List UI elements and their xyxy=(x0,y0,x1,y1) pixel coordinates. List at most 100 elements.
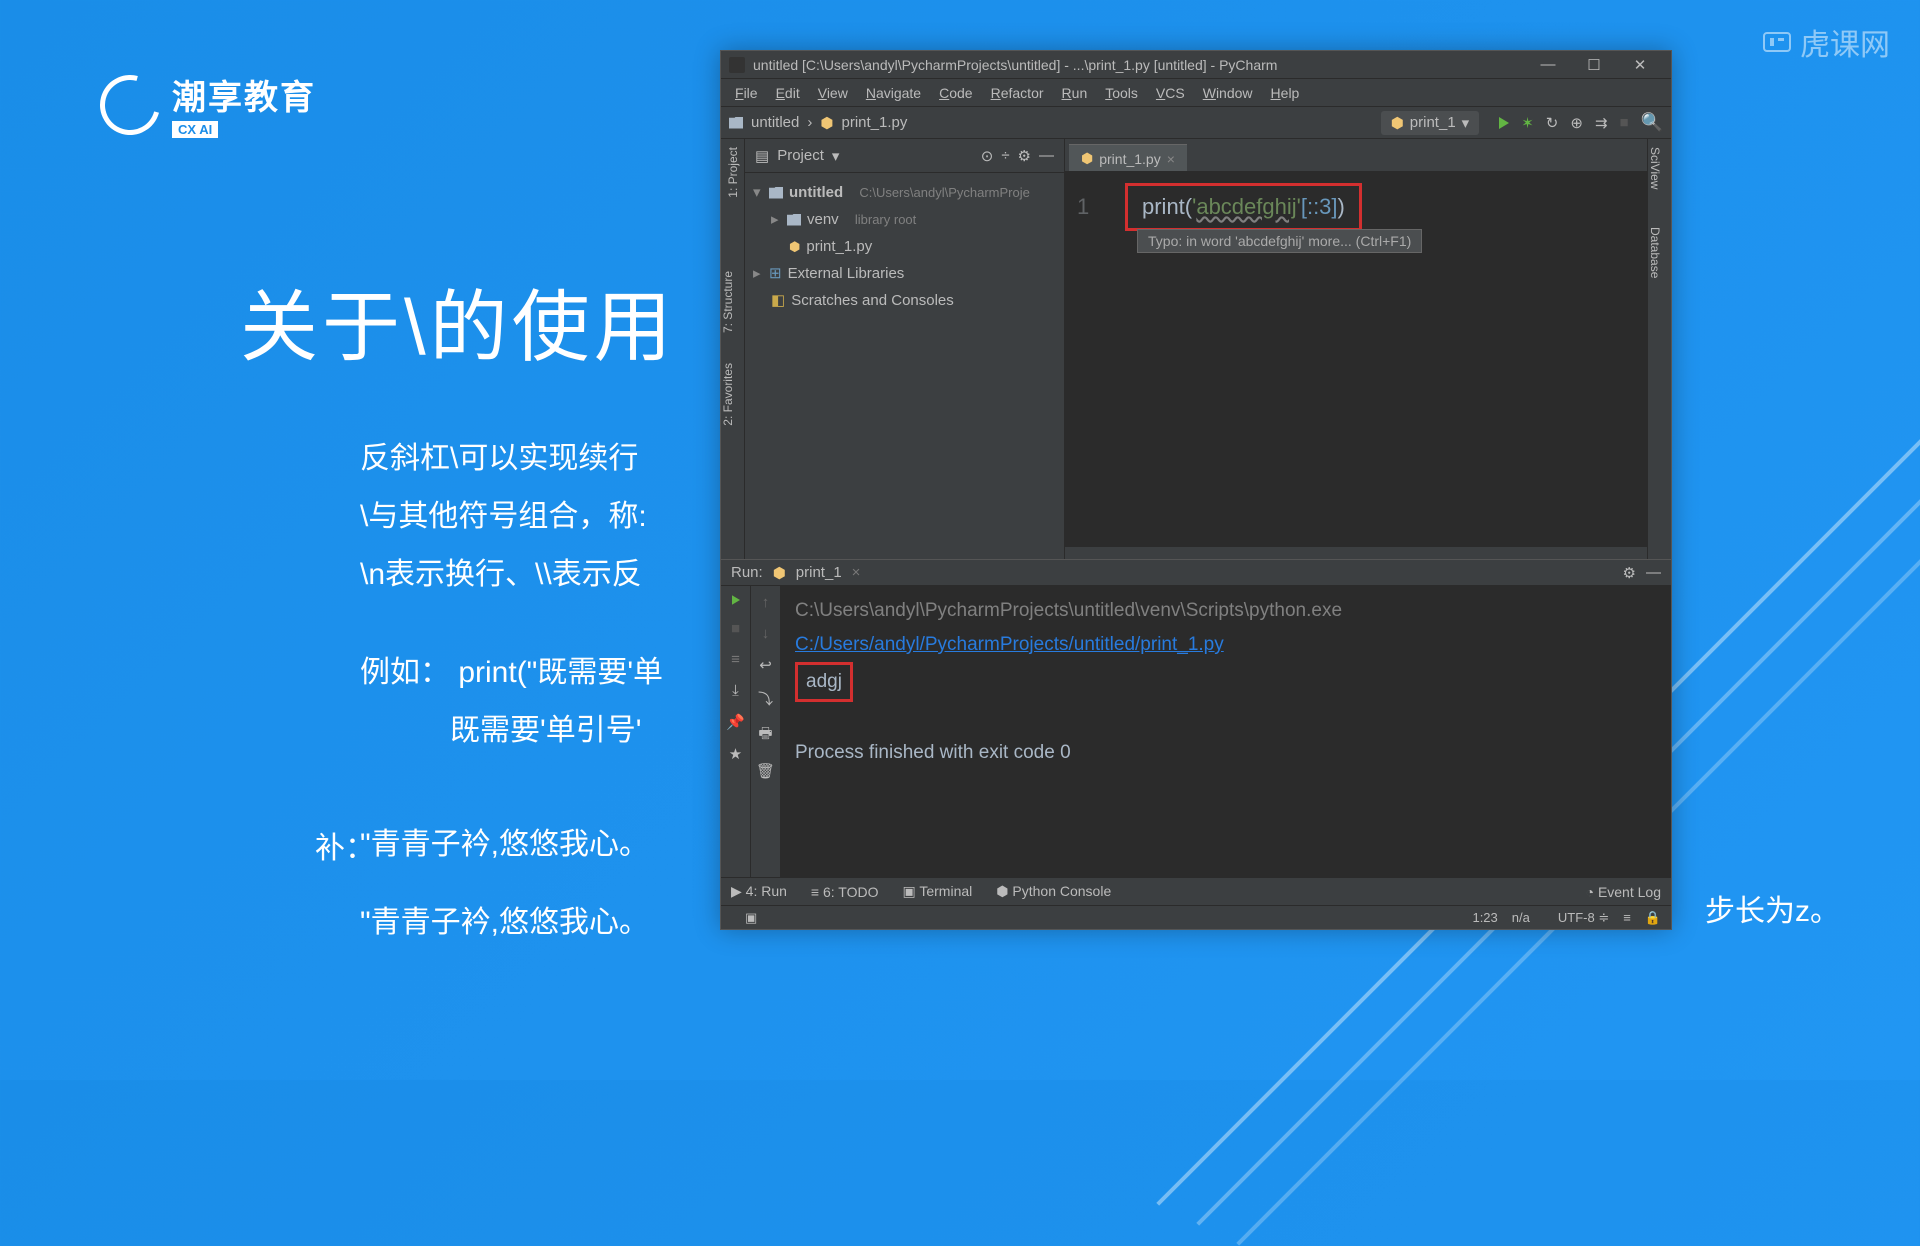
search-button[interactable]: 🔍 xyxy=(1641,112,1663,133)
wrap-icon[interactable]: ↩ xyxy=(759,656,772,674)
tree-root[interactable]: untitled xyxy=(789,180,843,205)
logo-ring-icon xyxy=(89,64,171,146)
breadcrumb-item[interactable]: print_1.py xyxy=(841,114,907,131)
tab-structure[interactable]: 7: Structure xyxy=(721,271,735,333)
tab-project[interactable]: 1: Project xyxy=(726,147,740,198)
menu-window[interactable]: Window xyxy=(1195,83,1261,103)
scroll-icon[interactable]: ⤵ xyxy=(758,688,773,709)
output-link[interactable]: C:/Users/andyl/PycharmProjects/untitled/… xyxy=(795,634,1224,655)
project-label[interactable]: Project xyxy=(777,147,824,164)
menu-navigate[interactable]: Navigate xyxy=(858,83,929,103)
tree-item[interactable]: Scratches and Consoles xyxy=(791,288,954,313)
run-tool-window: Run: ⬢ print_1 × ⚙ — ■ ≡ ⤓ 📌 ★ ↑ ↓ ↩ ⤵ 🖶 xyxy=(721,559,1671,877)
close-icon[interactable]: × xyxy=(852,564,861,581)
inspection-hint[interactable]: Typo: in word 'abcdefghij' more... (Ctrl… xyxy=(1137,229,1422,253)
run-button[interactable] xyxy=(1499,117,1509,129)
menu-edit[interactable]: Edit xyxy=(768,83,808,103)
chevron-right-icon[interactable]: ▸ xyxy=(771,207,781,232)
line-number: 1 xyxy=(1077,194,1105,220)
encoding[interactable]: UTF-8 ≑ xyxy=(1544,910,1609,926)
lock-icon[interactable]: 🔒 xyxy=(1645,910,1661,926)
folder-icon xyxy=(769,187,783,199)
debug-button[interactable]: ✶ xyxy=(1521,114,1534,132)
tab-todo[interactable]: ≡ 6: TODO xyxy=(811,884,879,900)
down-icon[interactable]: ↓ xyxy=(762,625,770,642)
maximize-button[interactable]: ☐ xyxy=(1571,56,1617,74)
minimize-button[interactable]: — xyxy=(1525,56,1571,73)
coverage-button[interactable]: ↻ xyxy=(1546,114,1559,132)
status-icon[interactable]: ▣ xyxy=(745,910,757,926)
close-button[interactable]: ✕ xyxy=(1617,56,1663,74)
tab-run[interactable]: ▶ 4: Run xyxy=(731,883,787,900)
watermark: 虎课网 xyxy=(1762,20,1890,64)
titlebar[interactable]: untitled [C:\Users\andyl\PycharmProjects… xyxy=(721,51,1671,79)
chevron-down-icon[interactable]: ▾ xyxy=(832,147,840,165)
menu-file[interactable]: File xyxy=(727,83,766,103)
menu-help[interactable]: Help xyxy=(1263,83,1308,103)
close-icon[interactable]: × xyxy=(1167,151,1175,167)
tree-item[interactable]: print_1.py xyxy=(806,234,872,259)
trash-icon[interactable]: 🗑 xyxy=(756,762,775,780)
breadcrumb[interactable]: untitled › ⬢ print_1.py xyxy=(729,114,907,132)
breadcrumb-item[interactable]: untitled xyxy=(751,114,799,131)
slide-line: \n表示换行、\\表示反 xyxy=(360,546,663,604)
menu-view[interactable]: View xyxy=(810,83,856,103)
pause-icon[interactable]: ≡ xyxy=(731,651,740,668)
hide-icon[interactable]: — xyxy=(1039,147,1054,164)
cursor-pos[interactable]: 1:23 xyxy=(1472,910,1497,925)
attach-button[interactable]: ⇉ xyxy=(1595,114,1608,132)
menu-vcs[interactable]: VCS xyxy=(1148,83,1193,103)
suppl-label: 补： xyxy=(315,820,375,878)
tab-favorites[interactable]: 2: Favorites xyxy=(721,363,735,426)
pin-icon[interactable]: 📌 xyxy=(726,713,745,731)
code-paren: ) xyxy=(1338,194,1345,219)
star-icon[interactable]: ★ xyxy=(729,745,742,763)
editor-tabs: ⬢ print_1.py × xyxy=(1065,139,1647,171)
logo-cn: 潮享教育 xyxy=(172,70,316,119)
poem-line: "青青子衿,悠悠我心。 xyxy=(360,816,663,874)
chevron-right-icon[interactable]: ▸ xyxy=(753,261,763,286)
menubar[interactable]: File Edit View Navigate Code Refactor Ru… xyxy=(721,79,1671,107)
run-config-label: print_1 xyxy=(1410,114,1456,131)
code-fn: print xyxy=(1142,194,1185,219)
python-icon: ⬢ xyxy=(1081,150,1093,167)
stop-button[interactable]: ■ xyxy=(1620,114,1629,131)
gear-icon[interactable]: ⚙ xyxy=(1018,147,1031,165)
folder-icon xyxy=(787,214,801,226)
code-string: abcdefghij xyxy=(1196,194,1296,219)
tab-terminal[interactable]: ▣ Terminal xyxy=(902,883,972,900)
app-icon xyxy=(729,57,745,73)
tab-sciview[interactable]: SciView xyxy=(1648,139,1662,189)
up-icon[interactable]: ↑ xyxy=(762,594,770,611)
tab-pyconsole[interactable]: ⬢ Python Console xyxy=(996,883,1111,900)
print-icon[interactable]: 🖶 xyxy=(758,723,772,748)
stop-button[interactable]: ■ xyxy=(731,620,740,637)
project-tree[interactable]: ▾ untitled C:\Users\andyl\PycharmProje ▸… xyxy=(745,173,1064,320)
run-output[interactable]: C:\Users\andyl\PycharmProjects\untitled\… xyxy=(781,586,1671,877)
chevron-down-icon[interactable]: ▾ xyxy=(753,180,763,205)
library-icon xyxy=(769,261,782,286)
run-config-selector[interactable]: ⬢ print_1 ▾ xyxy=(1381,111,1480,135)
inspections[interactable]: n/a xyxy=(1512,910,1530,925)
line-sep[interactable]: ≡ xyxy=(1623,910,1631,925)
dump-icon[interactable]: ⤓ xyxy=(732,682,739,699)
gear-icon[interactable]: ⚙ xyxy=(1623,564,1636,582)
code-editor[interactable]: 1 print('abcdefghij'[::3]) Typo: in word… xyxy=(1065,171,1647,231)
horizontal-scrollbar[interactable] xyxy=(1065,547,1647,559)
hide-icon[interactable]: — xyxy=(1646,564,1661,581)
menu-tools[interactable]: Tools xyxy=(1097,83,1146,103)
tab-database[interactable]: Database xyxy=(1648,219,1662,278)
locate-icon[interactable]: ⊙ xyxy=(981,147,994,165)
menu-refactor[interactable]: Refactor xyxy=(983,83,1052,103)
tree-item[interactable]: External Libraries xyxy=(788,261,905,286)
run-name[interactable]: print_1 xyxy=(796,564,842,581)
editor-tab[interactable]: ⬢ print_1.py × xyxy=(1069,144,1187,171)
menu-code[interactable]: Code xyxy=(931,83,980,103)
menu-run[interactable]: Run xyxy=(1054,83,1096,103)
collapse-icon[interactable]: ÷ xyxy=(1001,147,1009,164)
tree-item[interactable]: venv xyxy=(807,207,839,232)
logo-en: CX AI xyxy=(172,121,218,138)
profile-button[interactable]: ⊕ xyxy=(1570,114,1583,132)
rerun-button[interactable] xyxy=(732,595,740,605)
event-log[interactable]: ◔ Event Log xyxy=(1586,884,1661,900)
